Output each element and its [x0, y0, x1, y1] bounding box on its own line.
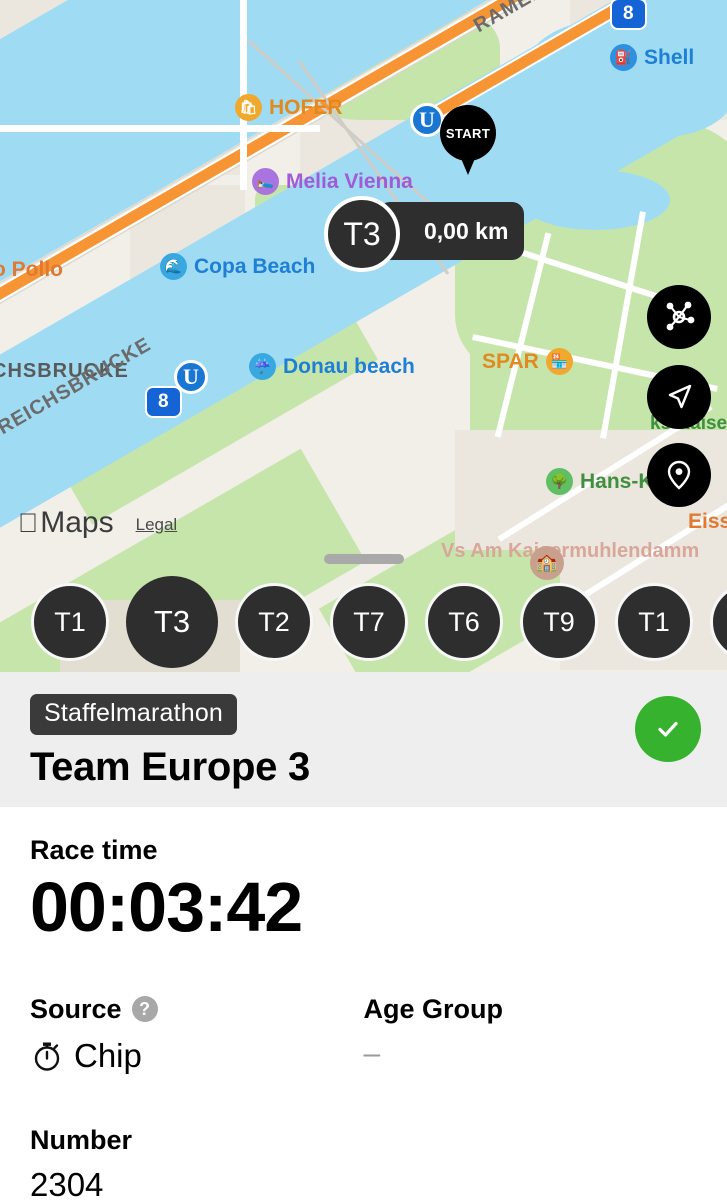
poi-label: SPAR — [482, 349, 539, 373]
apple-logo-icon:  — [18, 509, 38, 537]
number-value: 2304 — [30, 1165, 104, 1200]
race-type-tag: Staffelmarathon — [30, 694, 238, 735]
active-team-marker[interactable]: T3 — [324, 196, 400, 272]
check-icon — [658, 721, 678, 737]
poi-copa-beach[interactable]: 🌊 Copa Beach — [160, 253, 315, 280]
poi-label: HOFER — [269, 95, 343, 119]
team-chip-t3[interactable]: T3 — [126, 576, 218, 668]
age-group-label: Age Group — [363, 993, 504, 1024]
poi-label: Donau beach — [283, 354, 415, 378]
status-badge — [635, 696, 701, 762]
apple-maps-logo:  Maps — [18, 506, 114, 540]
legal-link[interactable]: Legal — [136, 515, 178, 540]
navigate-button[interactable] — [647, 365, 711, 429]
race-time-label: Race time — [30, 835, 158, 865]
poi-label: Melia Vienna — [286, 169, 413, 193]
team-header: Staffelmarathon Team Europe 3 — [0, 672, 727, 807]
map-view[interactable]: RAMER STRASSE CHSBRUCKE REICHSBRUCKE 8 8… — [0, 0, 727, 672]
distance-value: 0,00 km — [424, 217, 509, 244]
source-column: Source ? Chip — [30, 994, 364, 1075]
shop-icon: 🛍 — [235, 94, 262, 121]
sheet-grabber[interactable] — [323, 554, 404, 564]
route-shield: 8 — [147, 388, 180, 416]
fuel-icon: ⛽ — [610, 44, 637, 71]
team-chip-t6[interactable]: T6 — [425, 583, 503, 661]
poi-label: to Pollo — [0, 258, 63, 281]
distance-callout: 0,00 km — [378, 202, 525, 260]
poi-shell[interactable]: ⛽ Shell — [610, 44, 694, 71]
pin-tip — [457, 149, 479, 175]
number-section: Number 2304 — [30, 1125, 697, 1200]
poi-label: Vs Am Kaisermuhlendamm — [441, 540, 700, 562]
team-chip-t1-last[interactable]: T1 — [615, 583, 693, 661]
route-network-button[interactable] — [647, 285, 711, 349]
source-header: Source ? — [30, 994, 364, 1025]
age-group-value: – — [363, 1036, 381, 1070]
age-group-header: Age Group — [364, 994, 698, 1025]
number-label: Number — [30, 1124, 133, 1155]
team-chip-t7[interactable]: T7 — [330, 583, 408, 661]
beach-icon: 🌊 — [160, 253, 187, 280]
navigation-arrow-icon — [668, 384, 692, 409]
poi-label: Hans-K — [580, 469, 654, 493]
team-chip-strip[interactable]: T1 T3 T2 T7 T6 T9 T1 — [0, 572, 727, 672]
subway-badge: U — [174, 360, 208, 394]
map-pin-icon — [667, 460, 691, 490]
poi-eiss[interactable]: Eiss — [688, 510, 727, 534]
beach-icon: ☔ — [249, 353, 276, 380]
source-label: Source — [30, 993, 122, 1024]
park-icon: 🌳 — [546, 468, 573, 495]
race-details: Race time 00:03:42 Source ? Chip Age Gro… — [0, 807, 727, 1200]
map-road — [0, 125, 320, 132]
maps-wordmark: Maps — [20, 506, 113, 539]
poi-label: Eiss — [688, 510, 727, 533]
source-value: Chip — [74, 1036, 142, 1074]
race-tracker-screen: RAMER STRASSE CHSBRUCKE REICHSBRUCKE 8 8… — [0, 0, 727, 1200]
poi-hans-k[interactable]: 🌳 Hans-K — [546, 468, 654, 495]
poi-spar[interactable]: SPAR 🏪 — [482, 348, 573, 375]
poi-to-pollo[interactable]: to Pollo — [0, 258, 63, 282]
start-marker[interactable]: START — [440, 105, 496, 175]
team-chip-t9[interactable]: T9 — [520, 583, 598, 661]
poi-hofer[interactable]: 🛍 HOFER — [235, 94, 343, 121]
poi-vs-am-kaisermuehlendamm[interactable]: Vs Am Kaisermuhlendamm — [441, 540, 699, 562]
page-title: Team Europe 3 — [30, 745, 310, 789]
map-attribution:  Maps Legal — [18, 506, 177, 540]
stopwatch-icon — [34, 1042, 60, 1071]
map-canvas[interactable]: RAMER STRASSE CHSBRUCKE REICHSBRUCKE 8 8… — [0, 0, 727, 672]
poi-label: Copa Beach — [194, 254, 316, 278]
team-chip-t1[interactable]: T1 — [31, 583, 109, 661]
store-icon: 🏪 — [545, 348, 573, 375]
source-value-row: Chip — [30, 1037, 364, 1075]
poi-donau-beach[interactable]: ☔ Donau beach — [249, 353, 415, 380]
race-time-value: 00:03:42 — [30, 868, 303, 946]
detail-columns: Source ? Chip Age Group – — [30, 994, 697, 1075]
route-shield: 8 — [612, 0, 645, 28]
team-chip-partial[interactable] — [710, 583, 727, 661]
subway-badge: U — [410, 103, 444, 137]
poi-label: Shell — [644, 45, 695, 69]
hotel-icon: 🛌 — [252, 168, 279, 195]
help-icon[interactable]: ? — [131, 996, 158, 1023]
poi-melia-vienna[interactable]: 🛌 Melia Vienna — [252, 168, 413, 195]
team-chip-t2[interactable]: T2 — [235, 583, 313, 661]
age-group-column: Age Group – — [364, 994, 698, 1075]
network-nodes-icon — [666, 301, 695, 331]
locate-button[interactable] — [647, 443, 711, 507]
